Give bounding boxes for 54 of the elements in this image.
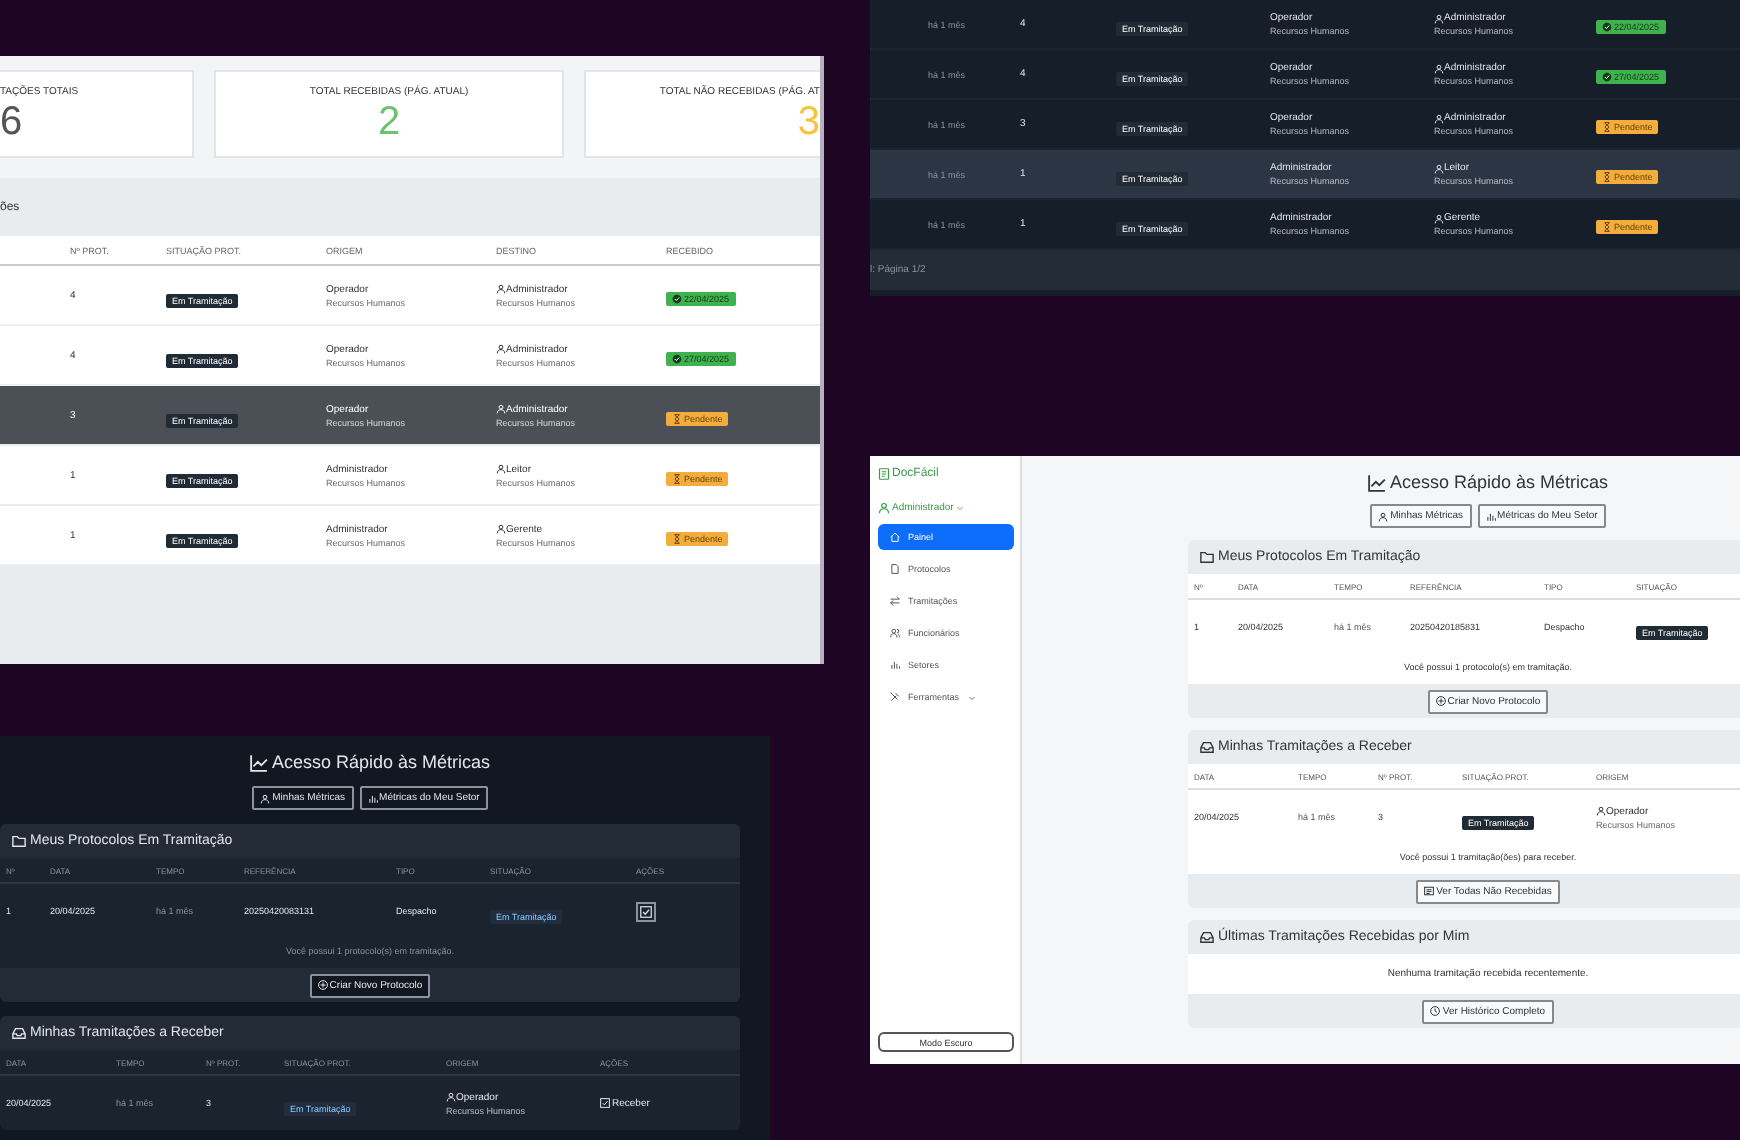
user-icon xyxy=(496,464,506,474)
clock-icon xyxy=(1430,1006,1441,1016)
people-icon xyxy=(890,628,900,638)
user-icon xyxy=(1434,63,1444,73)
user-icon xyxy=(496,344,506,354)
plus-circle-icon xyxy=(317,980,328,990)
check-circle-icon xyxy=(1602,22,1612,32)
caret-icon xyxy=(967,693,976,701)
check-circle-icon xyxy=(1602,72,1612,82)
user-icon xyxy=(496,284,506,294)
bar-chart-icon xyxy=(367,793,378,803)
home-icon xyxy=(890,532,900,542)
hourglass-icon xyxy=(672,473,682,483)
line-chart-icon xyxy=(1367,473,1386,491)
inbox-icon xyxy=(1200,740,1214,754)
hourglass-icon xyxy=(672,533,682,543)
hourglass-icon xyxy=(1602,122,1612,132)
stat-value: 2 xyxy=(377,102,401,142)
user-icon xyxy=(446,1092,456,1102)
user-icon xyxy=(878,502,890,514)
user-icon xyxy=(1378,511,1389,521)
folder-icon xyxy=(12,834,26,848)
checkbox-icon xyxy=(640,905,652,917)
checkbox-icon xyxy=(600,1098,610,1108)
hourglass-icon xyxy=(672,413,682,423)
user-icon xyxy=(1434,13,1444,23)
user-icon xyxy=(1434,113,1444,123)
stat-value: 3 xyxy=(797,102,820,142)
user-icon xyxy=(1434,213,1444,223)
user-icon xyxy=(496,524,506,534)
inbox-icon xyxy=(1200,930,1214,944)
user-icon xyxy=(1434,163,1444,173)
list-icon xyxy=(1424,886,1435,896)
page-heading: Acesso Rápido às Métricas xyxy=(1188,472,1740,492)
user-icon xyxy=(260,793,271,803)
check-circle-icon xyxy=(672,353,682,363)
document-icon xyxy=(878,468,890,480)
hourglass-icon xyxy=(1602,172,1612,182)
caret-icon xyxy=(955,504,964,512)
bar-chart-icon xyxy=(890,660,900,670)
line-chart-icon xyxy=(249,753,268,771)
stat-value: 6 xyxy=(0,102,23,142)
user-icon xyxy=(496,404,506,414)
inbox-icon xyxy=(12,1026,26,1040)
user-icon xyxy=(1596,806,1606,816)
plus-circle-icon xyxy=(1435,696,1446,706)
arrows-icon xyxy=(890,596,900,606)
file-icon xyxy=(890,564,900,574)
bar-chart-icon xyxy=(1485,511,1496,521)
edit-button[interactable] xyxy=(636,901,656,921)
page-heading: Acesso Rápido às Métricas xyxy=(0,752,740,772)
check-circle-icon xyxy=(672,293,682,303)
hourglass-icon xyxy=(1602,222,1612,232)
folder-icon xyxy=(1200,550,1214,564)
